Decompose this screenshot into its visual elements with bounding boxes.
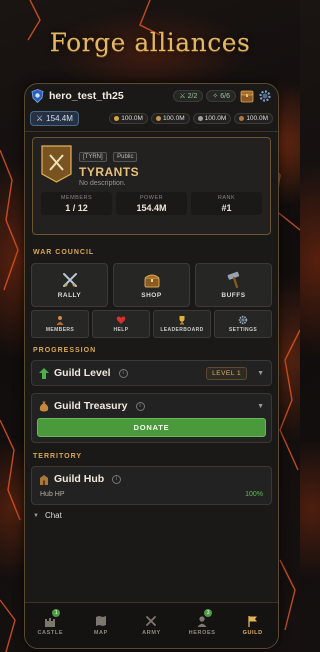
help-button[interactable]: HELP (92, 310, 150, 338)
queue-pill[interactable]: ✧ 6/6 (206, 90, 236, 102)
info-icon[interactable]: i (118, 368, 128, 378)
wood-icon (239, 115, 245, 121)
donate-button[interactable]: DONATE (37, 418, 266, 437)
resource-row: ⚔ 154.4M 100.0M 100.0M 100.0M 100.0M (25, 108, 278, 128)
tab-castle[interactable]: 1 CASTLE (25, 603, 76, 648)
chevron-down-icon: ▼ (33, 512, 39, 519)
leaderboard-button[interactable]: LEADERBOARD (153, 310, 211, 338)
gear-icon (238, 315, 248, 325)
bottom-tab-bar: 1 CASTLE MAP ARMY 3 HEROES GUILD (25, 602, 278, 648)
castle-badge: 1 (52, 609, 61, 617)
player-name[interactable]: hero_test_th25 (49, 90, 170, 102)
stat-rank: RANK #1 (191, 192, 262, 215)
guild-description: No description. (79, 180, 126, 187)
level-badge: LEVEL 1 (206, 366, 248, 380)
info-icon[interactable]: i (135, 401, 145, 411)
guild-name: TYRANTS (79, 165, 140, 179)
guild-banner-icon (41, 145, 72, 183)
food-resource[interactable]: 100.0M (150, 112, 190, 124)
chest-icon (144, 274, 159, 288)
heroes-badge: 3 (204, 609, 213, 617)
money-bag-icon (39, 401, 49, 411)
hub-hp-value: 100% (245, 491, 263, 498)
settings-button[interactable]: SETTINGS (214, 310, 272, 338)
trophy-icon (179, 316, 185, 325)
guild-stats: MEMBERS 1 / 12 POWER 154.4M RANK #1 (41, 192, 262, 215)
progression-title: PROGRESSION (33, 346, 97, 354)
flag-icon (248, 616, 257, 627)
headline: Forge alliances (49, 28, 251, 57)
crossed-swords-icon (62, 273, 77, 287)
gold-resource[interactable]: 100.0M (109, 112, 148, 124)
stone-resource[interactable]: 100.0M (192, 112, 232, 124)
arrow-up-icon (39, 367, 49, 379)
info-icon[interactable]: i (112, 474, 122, 484)
stat-members: MEMBERS 1 / 12 (41, 192, 112, 215)
gold-coin-icon (114, 115, 120, 121)
guild-level-panel[interactable]: Guild Level i LEVEL 1 ▼ (31, 360, 272, 386)
war-council-title: WAR COUNCIL (33, 248, 95, 256)
guild-hub-panel: Guild Hub i Hub HP 100% (31, 466, 272, 505)
shop-button[interactable]: SHOP (113, 263, 190, 307)
chevron-down-icon[interactable]: ▼ (257, 370, 264, 377)
hammer-icon (227, 271, 239, 289)
war-council-small-grid: MEMBERS HELP LEADERBOARD SETTINGS (25, 307, 278, 338)
members-icon (56, 316, 64, 325)
guild-treasury-panel: Guild Treasury i ▼ DONATE (31, 393, 272, 443)
power-icon: ⚔ (36, 113, 44, 123)
tab-map[interactable]: MAP (76, 603, 127, 648)
hub-hp-label: Hub HP (40, 491, 65, 498)
rally-button[interactable]: RALLY (31, 263, 108, 307)
hub-tower-icon (40, 474, 48, 485)
tab-heroes[interactable]: 3 HEROES (177, 603, 228, 648)
wood-resource[interactable]: 100.0M (234, 112, 273, 124)
war-council-grid: RALLY SHOP BUFFS (25, 259, 278, 307)
crossed-swords-icon (146, 616, 157, 626)
food-icon (155, 115, 161, 121)
power-display[interactable]: ⚔ 154.4M (30, 110, 79, 126)
members-button[interactable]: MEMBERS (31, 310, 89, 338)
tab-army[interactable]: ARMY (126, 603, 177, 648)
guild-visibility-badge: Public (113, 152, 138, 162)
territory-title: TERRITORY (33, 452, 83, 460)
status-bar: hero_test_th25 ⚔ 2/2 ✧ 6/6 (25, 84, 278, 108)
guild-card: [TYRN] Public TYRANTS No description. ME… (32, 137, 271, 235)
stat-power: POWER 154.4M (116, 192, 187, 215)
troops-icon: ⚔ (179, 93, 186, 100)
phone-frame: hero_test_th25 ⚔ 2/2 ✧ 6/6 ⚔ 154.4M 100.… (24, 83, 279, 649)
divider (25, 131, 278, 132)
stone-icon (197, 115, 203, 121)
chevron-down-icon[interactable]: ▼ (257, 403, 264, 410)
tab-guild[interactable]: GUILD (227, 603, 278, 648)
guild-hub-label: Guild Hub (54, 473, 105, 485)
inventory-chest-icon[interactable] (240, 89, 254, 103)
buffs-button[interactable]: BUFFS (195, 263, 272, 307)
heart-icon (116, 316, 126, 324)
settings-gear-icon[interactable] (258, 89, 272, 103)
guild-level-label: Guild Level (54, 367, 111, 379)
map-icon (95, 616, 106, 626)
chat-label: Chat (44, 511, 62, 520)
guild-treasury-label: Guild Treasury (54, 400, 128, 412)
player-shield-icon[interactable] (31, 89, 44, 103)
guild-tag: [TYRN] (79, 152, 107, 162)
chat-toggle[interactable]: ▼ Chat (25, 505, 278, 520)
troops-pill[interactable]: ⚔ 2/2 (173, 90, 204, 102)
queue-icon: ✧ (212, 93, 219, 100)
